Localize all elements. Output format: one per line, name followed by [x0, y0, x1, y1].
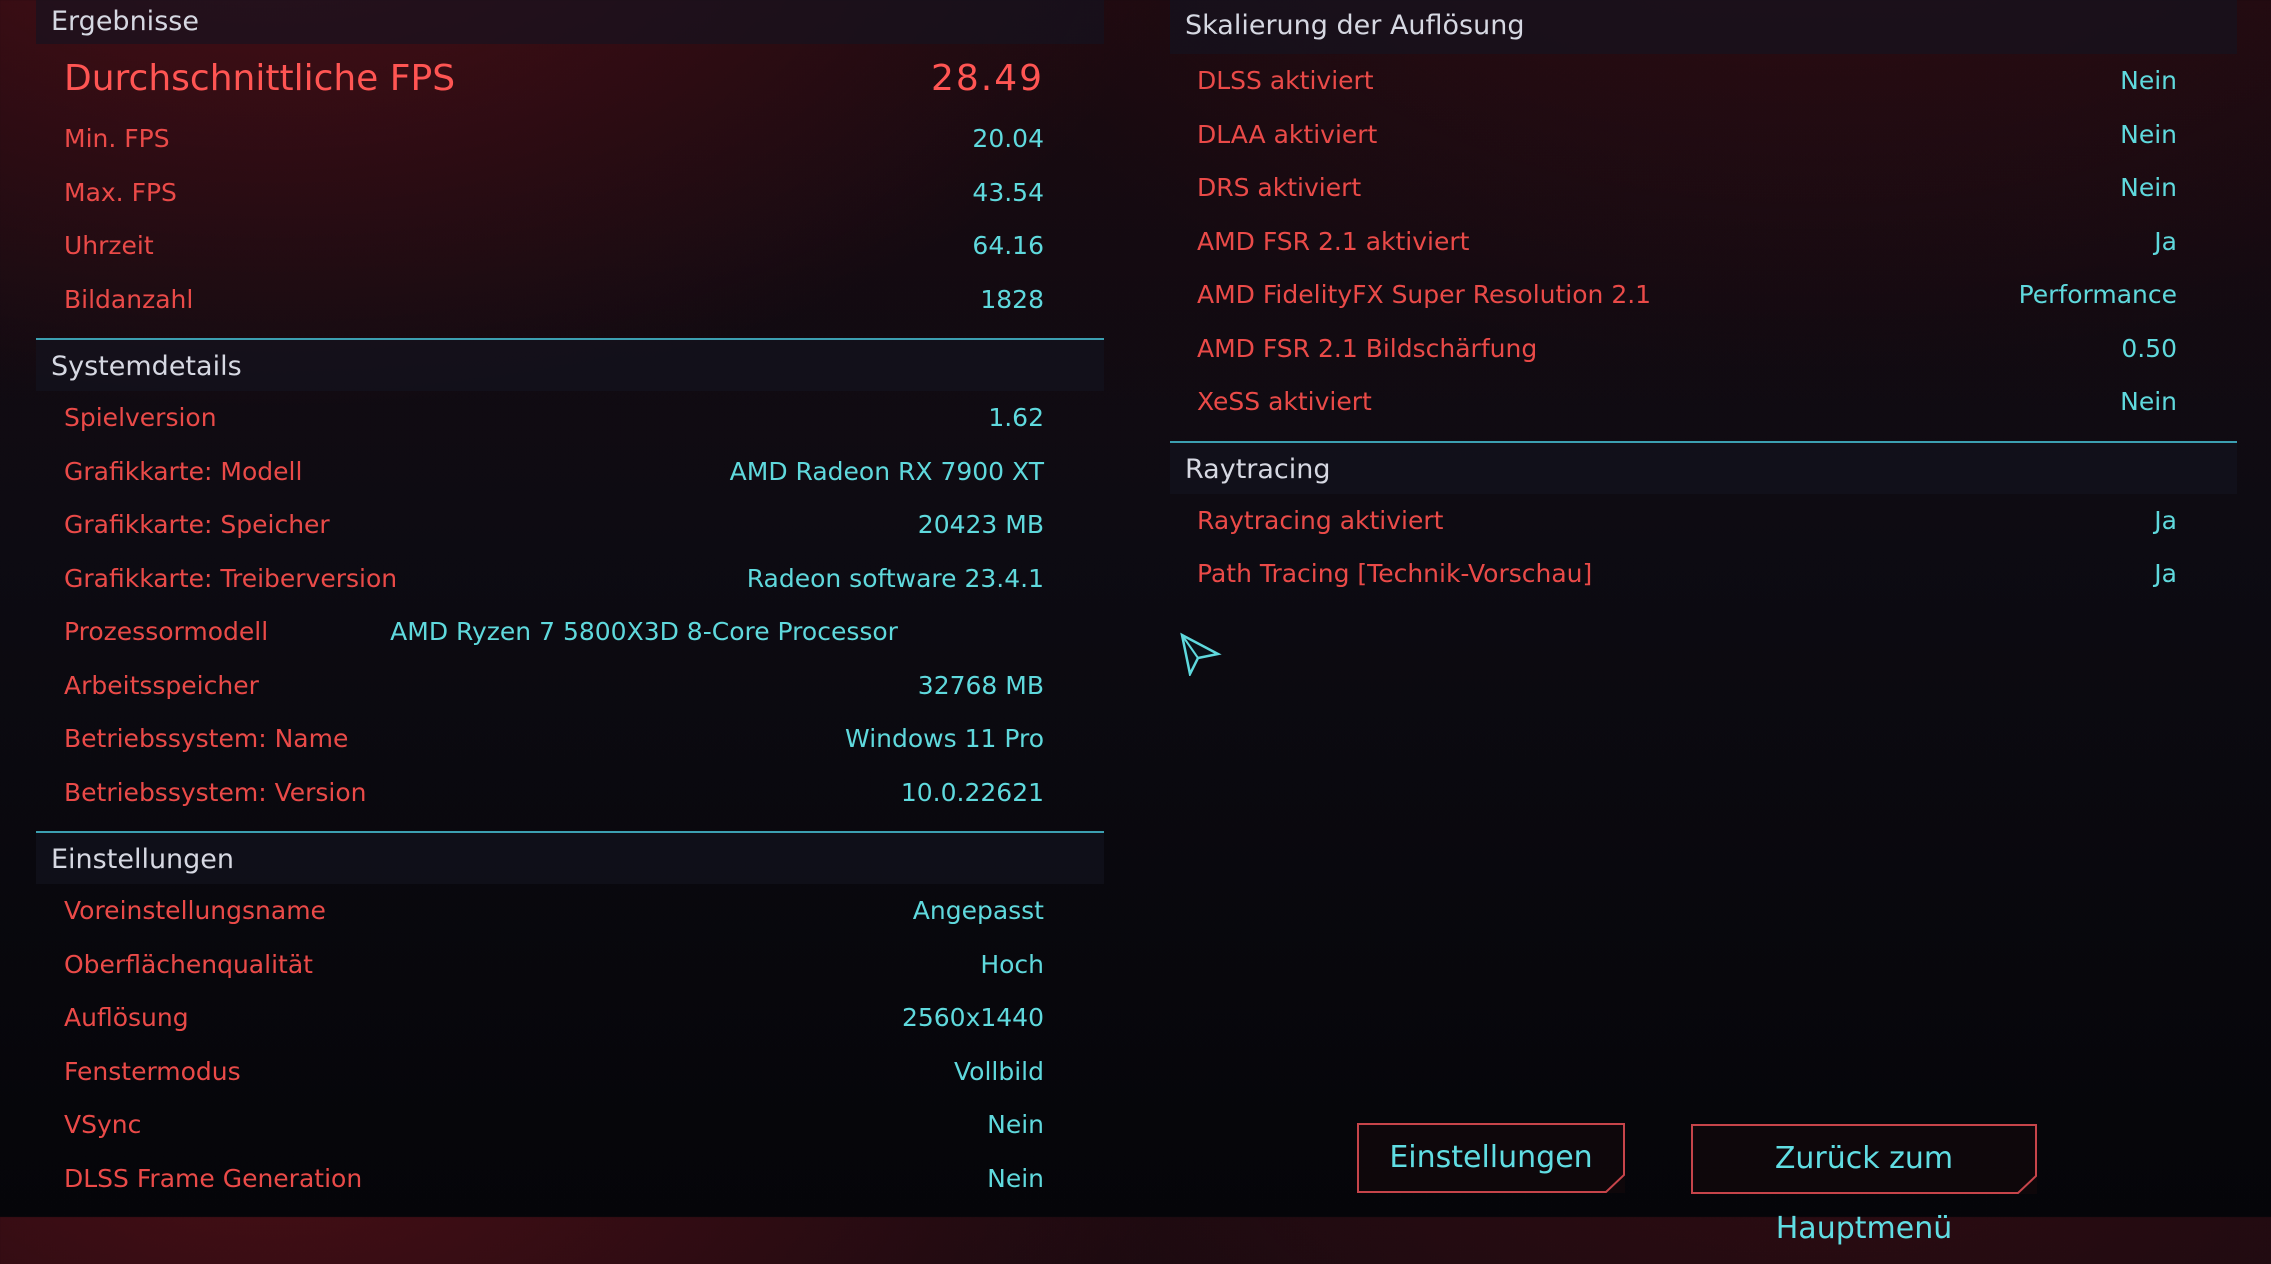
scaling-value: Performance	[2018, 280, 2177, 310]
system-value: 20423 MB	[917, 510, 1044, 540]
settings-row: Auflösung 2560x1440	[36, 991, 1104, 1045]
section-header-system: Systemdetails	[36, 338, 1104, 391]
stat-label: Uhrzeit	[64, 231, 154, 261]
settings-row: Voreinstellungsname Angepasst	[36, 884, 1104, 938]
scaling-row: DLSS aktiviert Nein	[1170, 54, 2237, 108]
left-panel: Ergebnisse Durchschnittliche FPS 28.49 M…	[36, 0, 1104, 1205]
system-row: Grafikkarte: Modell AMD Radeon RX 7900 X…	[36, 445, 1104, 499]
settings-button[interactable]: Einstellungen	[1357, 1123, 1625, 1193]
settings-label: DLSS Frame Generation	[64, 1163, 363, 1193]
stat-row: Bildanzahl 1828	[36, 273, 1104, 327]
avg-fps-label: Durchschnittliche FPS	[64, 57, 456, 99]
system-value: 10.0.22621	[900, 777, 1044, 807]
system-label: Arbeitsspeicher	[64, 670, 259, 700]
stat-value: 64.16	[972, 231, 1044, 261]
section-header-raytracing: Raytracing	[1170, 440, 2237, 494]
system-value: Radeon software 23.4.1	[746, 563, 1044, 593]
scaling-value: Nein	[2120, 119, 2177, 149]
system-value: Windows 11 Pro	[845, 724, 1044, 754]
system-row: Prozessormodell AMD Ryzen 7 5800X3D 8-Co…	[36, 605, 1104, 659]
settings-label: Voreinstellungsname	[64, 896, 326, 926]
stat-row: Min. FPS 20.04	[36, 112, 1104, 166]
system-value: AMD Radeon RX 7900 XT	[729, 456, 1044, 486]
settings-row: Fenstermodus Vollbild	[36, 1045, 1104, 1099]
raytracing-row: Path Tracing [Technik-Vorschau] Ja	[1170, 547, 2237, 601]
settings-value: Hoch	[980, 949, 1044, 979]
settings-value: Vollbild	[954, 1056, 1044, 1086]
system-label: Prozessormodell	[64, 617, 269, 647]
stat-label: Min. FPS	[64, 124, 170, 154]
stat-value: 1828	[980, 284, 1044, 314]
back-to-main-menu-button[interactable]: Zurück zum Hauptmenü	[1691, 1124, 2037, 1246]
scaling-row: DRS aktiviert Nein	[1170, 161, 2237, 215]
scaling-label: DLSS aktiviert	[1197, 66, 1374, 96]
scaling-label: AMD FSR 2.1 aktiviert	[1197, 226, 1470, 256]
system-value: 32768 MB	[917, 670, 1044, 700]
raytracing-value: Ja	[2154, 559, 2177, 589]
scaling-row: AMD FSR 2.1 aktiviert Ja	[1170, 215, 2237, 269]
scaling-value: 0.50	[2121, 333, 2177, 363]
stat-row: Uhrzeit 64.16	[36, 219, 1104, 273]
settings-label: VSync	[64, 1110, 142, 1140]
system-label: Grafikkarte: Speicher	[64, 510, 330, 540]
system-row: Betriebssystem: Version 10.0.22621	[36, 766, 1104, 820]
settings-row: DLSS Frame Generation Nein	[36, 1152, 1104, 1206]
system-row: Grafikkarte: Treiberversion Radeon softw…	[36, 552, 1104, 606]
avg-fps-value: 28.49	[930, 57, 1044, 99]
scaling-row: AMD FidelityFX Super Resolution 2.1 Perf…	[1170, 268, 2237, 322]
system-value: 1.62	[988, 403, 1044, 433]
settings-row: Oberflächenqualität Hoch	[36, 938, 1104, 992]
settings-label: Auflösung	[64, 1003, 189, 1033]
settings-button-label: Einstellungen	[1389, 1140, 1593, 1175]
system-row: Betriebssystem: Name Windows 11 Pro	[36, 712, 1104, 766]
scaling-value: Ja	[2154, 226, 2177, 256]
system-label: Betriebssystem: Version	[64, 777, 367, 807]
stat-value: 20.04	[972, 124, 1044, 154]
raytracing-row: Raytracing aktiviert Ja	[1170, 494, 2237, 548]
scaling-label: DRS aktiviert	[1197, 173, 1362, 203]
stat-row: Max. FPS 43.54	[36, 166, 1104, 220]
settings-row: VSync Nein	[36, 1098, 1104, 1152]
scaling-label: DLAA aktiviert	[1197, 119, 1378, 149]
stat-label: Bildanzahl	[64, 284, 194, 314]
settings-value: Angepasst	[912, 896, 1044, 926]
system-label: Spielversion	[64, 403, 217, 433]
system-row: Grafikkarte: Speicher 20423 MB	[36, 498, 1104, 552]
scaling-row: XeSS aktiviert Nein	[1170, 375, 2237, 429]
settings-value: Nein	[987, 1110, 1044, 1140]
scaling-value: Nein	[2120, 66, 2177, 96]
section-header-results: Ergebnisse	[36, 0, 1104, 44]
settings-label: Fenstermodus	[64, 1056, 241, 1086]
settings-value: Nein	[987, 1163, 1044, 1193]
raytracing-label: Raytracing aktiviert	[1197, 505, 1444, 535]
settings-value: 2560x1440	[901, 1003, 1044, 1033]
system-label: Grafikkarte: Treiberversion	[64, 563, 398, 593]
stat-label: Max. FPS	[64, 177, 177, 207]
scaling-value: Nein	[2120, 387, 2177, 417]
scaling-row: DLAA aktiviert Nein	[1170, 108, 2237, 162]
settings-label: Oberflächenqualität	[64, 949, 313, 979]
section-header-scaling: Skalierung der Auflösung	[1170, 0, 2237, 54]
raytracing-label: Path Tracing [Technik-Vorschau]	[1197, 559, 1593, 589]
system-label: Grafikkarte: Modell	[64, 456, 303, 486]
scaling-label: AMD FidelityFX Super Resolution 2.1	[1197, 280, 1652, 310]
stat-value: 43.54	[972, 177, 1044, 207]
scaling-label: XeSS aktiviert	[1197, 387, 1372, 417]
system-label: Betriebssystem: Name	[64, 724, 349, 754]
right-panel: Skalierung der Auflösung DLSS aktiviert …	[1170, 0, 2237, 601]
scaling-row: AMD FSR 2.1 Bildschärfung 0.50	[1170, 322, 2237, 376]
scaling-label: AMD FSR 2.1 Bildschärfung	[1197, 333, 1538, 363]
system-row: Arbeitsspeicher 32768 MB	[36, 659, 1104, 713]
system-value: AMD Ryzen 7 5800X3D 8-Core Processor	[390, 617, 898, 647]
mouse-pointer-icon	[1180, 632, 1222, 676]
section-header-settings: Einstellungen	[36, 831, 1104, 884]
scaling-value: Nein	[2120, 173, 2177, 203]
raytracing-value: Ja	[2154, 505, 2177, 535]
system-row: Spielversion 1.62	[36, 391, 1104, 445]
avg-fps-row: Durchschnittliche FPS 28.49	[36, 44, 1104, 112]
